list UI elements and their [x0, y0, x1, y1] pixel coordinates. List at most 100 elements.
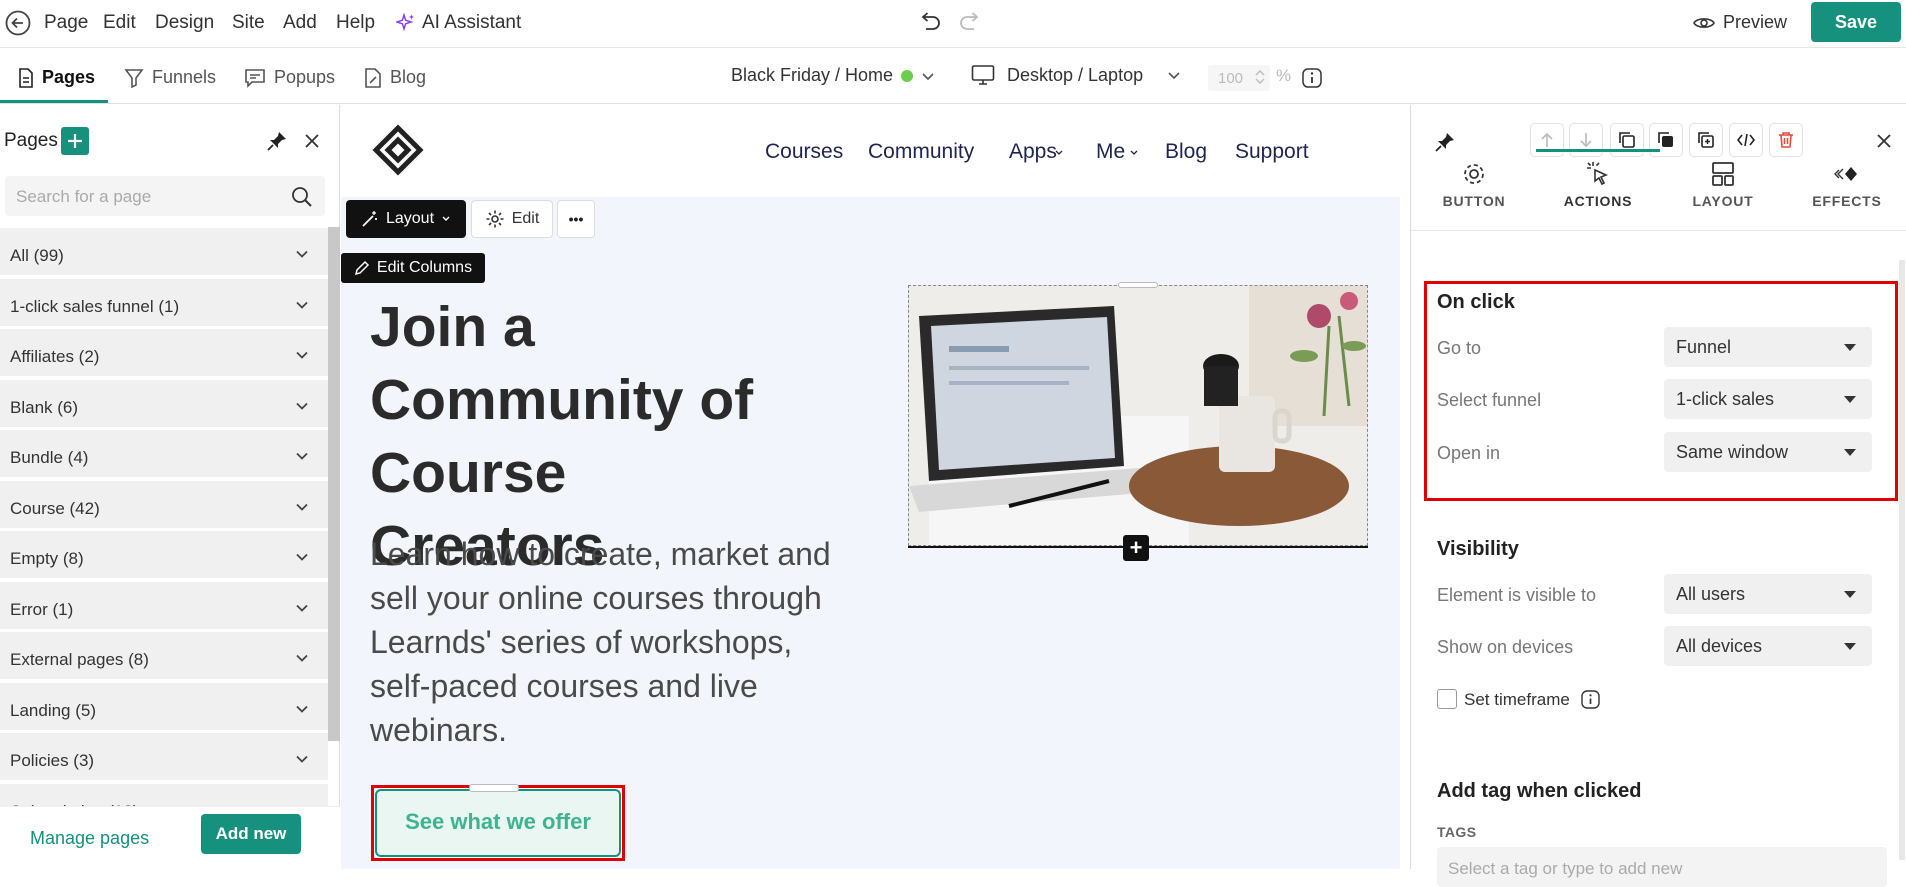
layout-icon	[1712, 162, 1734, 186]
page-group-row[interactable]: All (99)	[0, 228, 328, 277]
pin-icon[interactable]	[266, 130, 288, 152]
close-icon[interactable]	[303, 132, 321, 150]
tab-button[interactable]: BUTTON	[1412, 153, 1536, 223]
page-group-row[interactable]: 1-click sales funnel (1)	[0, 278, 328, 328]
more-options-button[interactable]: •••	[557, 200, 595, 238]
visible-to-select[interactable]: All users	[1664, 574, 1872, 614]
edit-columns-button[interactable]: Edit Columns	[341, 253, 485, 283]
page-group-row[interactable]: Empty (8)	[0, 531, 328, 580]
page-group-row[interactable]: External pages (8)	[0, 632, 328, 681]
tab-blog[interactable]: Blog	[364, 67, 426, 88]
zoom-placeholder: 100	[1218, 70, 1244, 87]
tab-layout[interactable]: LAYOUT	[1661, 153, 1785, 223]
pin-icon[interactable]	[1434, 131, 1456, 153]
page-group-label: Course (42)	[10, 498, 100, 518]
show-on-devices-select[interactable]: All devices	[1664, 626, 1872, 666]
arrow-down-icon	[1580, 133, 1592, 148]
chevron-down-icon[interactable]	[294, 549, 310, 565]
chevron-down-icon[interactable]	[294, 650, 310, 666]
info-icon[interactable]	[1302, 68, 1322, 88]
menu-site[interactable]: Site	[232, 12, 265, 34]
tab-actions-label: ACTIONS	[1563, 193, 1633, 209]
properties-panel: BUTTON ACTIONS LAYOUT EFFECTS On click G…	[1410, 105, 1906, 887]
save-button[interactable]: Save	[1811, 2, 1901, 42]
close-icon[interactable]	[1876, 133, 1892, 149]
chevron-down-icon[interactable]	[294, 751, 310, 767]
site-logo-icon[interactable]	[371, 123, 425, 177]
chevron-down-icon[interactable]	[294, 600, 310, 616]
edit-button[interactable]: Edit	[471, 200, 553, 238]
tab-actions[interactable]: ACTIONS	[1536, 149, 1660, 223]
layout-button[interactable]: Layout	[346, 200, 466, 238]
scrollbar[interactable]	[328, 227, 340, 741]
code-button[interactable]	[1729, 123, 1763, 157]
chevron-down-icon[interactable]	[294, 448, 310, 464]
select-funnel-select[interactable]: 1-click sales	[1664, 379, 1872, 419]
chevron-down-icon[interactable]	[294, 246, 310, 262]
page-group-row[interactable]: Error (1)	[0, 581, 328, 631]
menu-help[interactable]: Help	[336, 12, 375, 34]
menu-page[interactable]: Page	[44, 12, 88, 34]
nav-me[interactable]: Me	[1096, 140, 1125, 164]
tab-funnels[interactable]: Funnels	[124, 67, 216, 88]
redo-icon[interactable]	[958, 11, 982, 33]
page-selector[interactable]: Black Friday / Home	[731, 65, 935, 86]
editor-canvas[interactable]: Courses Community Apps Me Blog Support L…	[341, 105, 1400, 869]
page-group-row[interactable]: Policies (3)	[0, 733, 328, 782]
magic-wand-icon	[361, 210, 379, 228]
caret-down-icon	[1844, 449, 1856, 456]
hero-text[interactable]: Learn how to create, market and sell you…	[370, 532, 840, 752]
chevron-down-icon[interactable]	[294, 398, 310, 414]
duplicate-button[interactable]	[1689, 123, 1723, 157]
page-group-row[interactable]: Landing (5)	[0, 682, 328, 732]
top-bar: Page Edit Design Site Add Help AI Assist…	[0, 0, 1906, 48]
chevron-down-icon[interactable]	[294, 347, 310, 363]
page-search-input[interactable]: Search for a page	[5, 176, 325, 216]
menu-edit[interactable]: Edit	[103, 12, 136, 34]
search-icon[interactable]	[291, 186, 313, 208]
nav-community[interactable]: Community	[868, 140, 974, 164]
chevron-down-icon[interactable]	[294, 297, 310, 313]
go-to-select[interactable]: Funnel	[1664, 327, 1872, 367]
add-page-button[interactable]	[61, 127, 89, 155]
tab-popups[interactable]: Popups	[244, 67, 335, 88]
page-group-row[interactable]: Bundle (4)	[0, 430, 328, 479]
preview-button[interactable]: Preview	[1693, 12, 1787, 33]
device-selector[interactable]: Desktop / Laptop	[971, 64, 1181, 86]
menu-add[interactable]: Add	[283, 12, 317, 34]
manage-pages-link[interactable]: Manage pages	[30, 828, 149, 849]
nav-courses[interactable]: Courses	[765, 140, 843, 164]
nav-apps[interactable]: Apps	[1009, 140, 1057, 164]
nav-blog[interactable]: Blog	[1165, 140, 1207, 164]
chevron-down-icon[interactable]	[294, 701, 310, 717]
nav-support[interactable]: Support	[1235, 140, 1309, 164]
open-in-select[interactable]: Same window	[1664, 432, 1872, 472]
scrollbar[interactable]	[1899, 260, 1905, 860]
tab-pages[interactable]: Pages	[18, 67, 95, 88]
page-group-row[interactable]: Blank (6)	[0, 379, 328, 429]
visible-to-value: All users	[1676, 584, 1746, 604]
resize-handle[interactable]	[469, 784, 519, 792]
page-group-row[interactable]: Course (42)	[0, 480, 328, 530]
tab-effects[interactable]: EFFECTS	[1785, 153, 1906, 223]
page-group-row[interactable]: Affiliates (2)	[0, 329, 328, 378]
back-icon[interactable]	[5, 10, 31, 36]
see-what-we-offer-button[interactable]: See what we offer	[375, 789, 621, 857]
stepper-icon[interactable]	[1255, 68, 1265, 86]
document-icon	[18, 67, 34, 88]
ai-assistant-button[interactable]: AI Assistant	[396, 12, 521, 34]
chevron-down-icon[interactable]	[294, 499, 310, 515]
delete-button[interactable]	[1769, 123, 1803, 157]
set-timeframe-checkbox[interactable]	[1437, 689, 1457, 709]
tags-input[interactable]: Select a tag or type to add new	[1437, 847, 1887, 887]
info-icon[interactable]	[1581, 690, 1600, 709]
menu-design[interactable]: Design	[155, 12, 214, 34]
hero-image[interactable]	[908, 285, 1368, 546]
add-new-button[interactable]: Add new	[201, 814, 301, 854]
page-group-label: All (99)	[10, 246, 64, 265]
add-element-button[interactable]: +	[1123, 535, 1149, 561]
zoom-input[interactable]: 100	[1208, 65, 1270, 91]
undo-icon[interactable]	[918, 11, 942, 33]
resize-handle[interactable]	[1118, 282, 1158, 288]
go-to-label: Go to	[1437, 338, 1482, 358]
